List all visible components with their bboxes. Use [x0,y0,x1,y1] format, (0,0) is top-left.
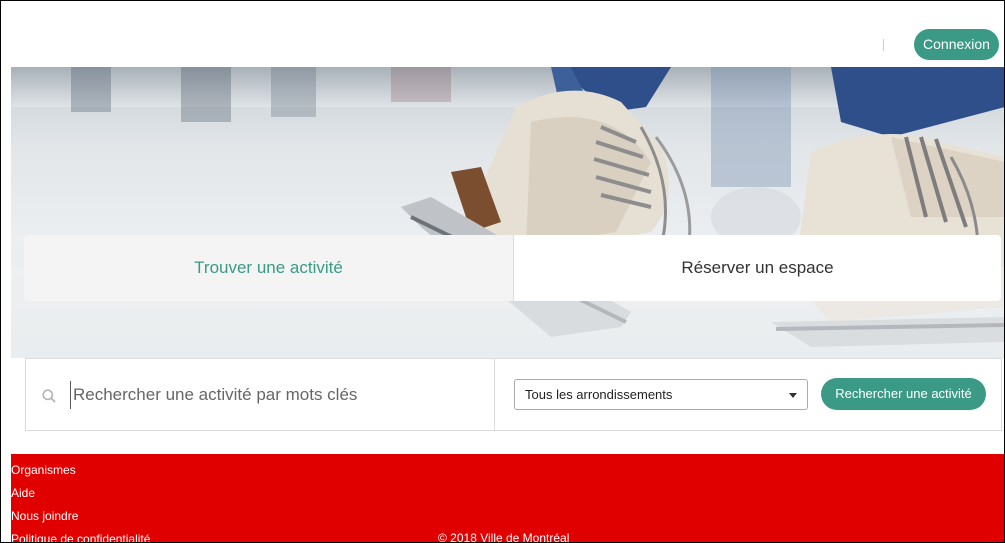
hero-banner [11,67,1004,358]
search-panel: Tous les arrondissements Rechercher une … [25,358,1002,431]
borough-select[interactable]: Tous les arrondissements [514,379,808,410]
footer-link-aide[interactable]: Aide [11,485,150,508]
header-divider [883,39,884,51]
keyword-search-area [26,359,495,430]
footer-copyright: © 2018 Ville de Montréal [438,531,570,543]
borough-select-value: Tous les arrondissements [525,387,673,402]
page: Connexion Trouver une activité Réserver … [0,0,1005,543]
top-header: Connexion [1,1,1004,67]
search-icon [42,389,56,403]
login-button[interactable]: Connexion [914,29,999,60]
site-footer: Organismes Aide Nous joindre Politique d… [11,454,1004,543]
tab-find-activity[interactable]: Trouver une activité [24,235,513,301]
chevron-down-icon [789,393,797,398]
keyword-search-input[interactable] [70,381,480,409]
search-activity-button[interactable]: Rechercher une activité [821,378,986,410]
footer-link-confidentialite[interactable]: Politique de confidentialité [11,531,150,542]
footer-link-nous-joindre[interactable]: Nous joindre [11,508,150,531]
tab-book-space[interactable]: Réserver un espace [513,235,1001,301]
hero-skates-image [11,67,1004,358]
footer-links: Organismes Aide Nous joindre Politique d… [11,462,150,542]
footer-link-organismes[interactable]: Organismes [11,462,150,485]
search-mode-tabs: Trouver une activité Réserver un espace [24,235,1001,301]
